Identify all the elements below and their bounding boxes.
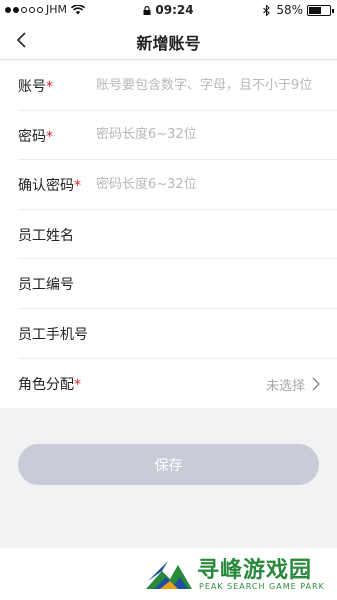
account-label: 账号* — [18, 79, 53, 95]
employee-name-input[interactable] — [96, 222, 323, 245]
employee-number-row: 员工编号 — [18, 259, 337, 309]
bluetooth-icon — [263, 4, 271, 16]
confirm-password-row: 确认密码* — [18, 160, 337, 210]
brand-name: 寻峰游戏园 — [197, 558, 313, 583]
role-select-row[interactable]: 角色分配* 未选择 — [18, 359, 337, 409]
employee-phone-row: 员工手机号 — [18, 309, 337, 359]
battery-fill — [309, 6, 321, 14]
battery-icon — [307, 4, 334, 16]
account-form: 账号* 密码* 确认密码* 员工姓名 员工编号 员工手机号 角色分配* 未选择 — [0, 61, 337, 409]
required-marker: * — [46, 79, 53, 95]
employee-name-row: 员工姓名 — [18, 210, 337, 260]
employee-phone-input[interactable] — [96, 321, 323, 344]
time-text: 09:24 — [155, 3, 194, 17]
employee-name-label: 员工姓名 — [18, 227, 74, 244]
status-right: 58% — [263, 3, 334, 17]
chevron-right-icon — [312, 377, 320, 391]
save-button[interactable]: 保存 — [18, 444, 319, 485]
employee-number-input[interactable] — [96, 272, 323, 295]
password-row: 密码* — [18, 111, 337, 161]
password-label: 密码* — [18, 128, 53, 145]
required-marker: * — [74, 178, 81, 195]
confirm-password-input[interactable] — [96, 173, 323, 196]
brand-logo — [146, 561, 192, 589]
brand-subtitle: PEAK SEARCH GAME PARK — [199, 582, 325, 591]
employee-number-label: 员工编号 — [18, 277, 74, 294]
confirm-password-label: 确认密码* — [18, 178, 81, 195]
password-input[interactable] — [96, 123, 323, 146]
role-label: 角色分配* — [18, 376, 81, 393]
status-bar: JHM 09:24 58% — [0, 0, 337, 20]
lock-icon — [143, 6, 151, 15]
account-row: 账号* — [18, 61, 337, 111]
battery-percent: 58% — [276, 3, 303, 17]
required-marker: * — [46, 128, 53, 145]
role-value: 未选择 — [265, 378, 305, 394]
account-input[interactable] — [96, 74, 323, 96]
navigation-bar: 新增账号 — [0, 20, 337, 60]
employee-phone-label: 员工手机号 — [18, 326, 88, 343]
required-marker: * — [74, 376, 81, 393]
page-title: 新增账号 — [136, 34, 201, 53]
